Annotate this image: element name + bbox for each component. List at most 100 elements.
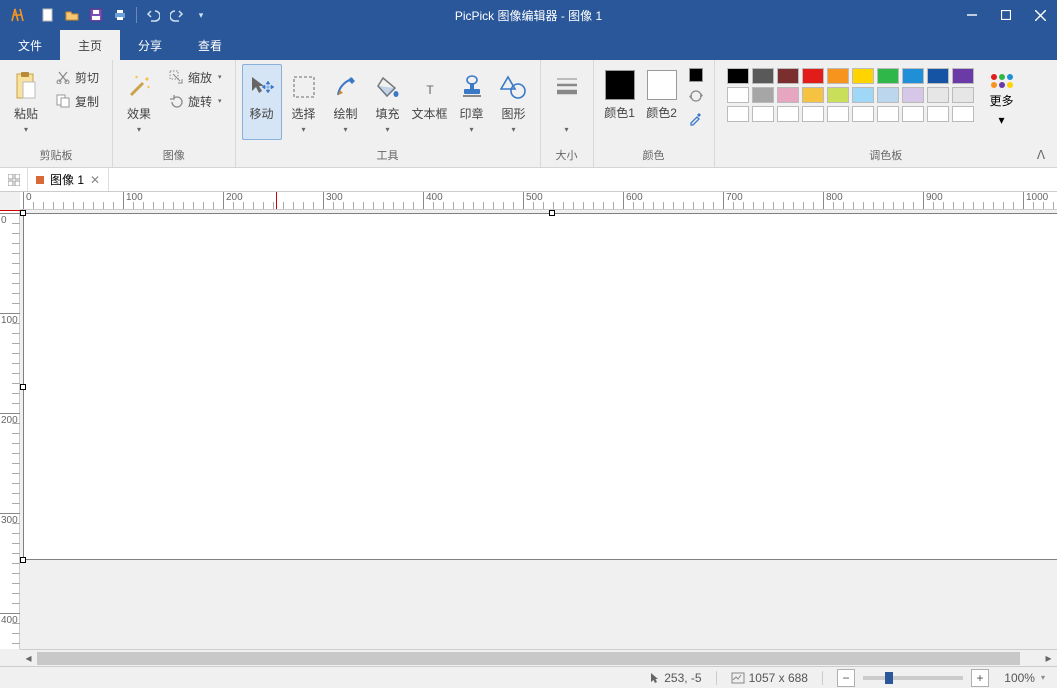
move-icon	[246, 71, 278, 103]
palette-swatch[interactable]	[827, 106, 849, 122]
palette-swatch[interactable]	[727, 106, 749, 122]
palette-swatch[interactable]	[802, 68, 824, 84]
zoom-dropdown-button[interactable]: ▾	[1041, 673, 1045, 682]
fill-icon	[372, 71, 404, 103]
palette-swatch[interactable]	[752, 68, 774, 84]
print-button[interactable]	[108, 3, 132, 27]
draw-tool-button[interactable]: 绘制▾	[326, 64, 366, 140]
shapes-tool-button[interactable]: 图形▾	[494, 64, 534, 140]
close-button[interactable]	[1023, 0, 1057, 30]
palette-swatch[interactable]	[927, 68, 949, 84]
size-button[interactable]: ▾	[547, 64, 587, 140]
more-colors-button[interactable]: 更多 ▾	[982, 64, 1022, 140]
zoom-out-button[interactable]: −	[837, 669, 855, 687]
minimize-button[interactable]	[955, 0, 989, 30]
new-button[interactable]	[36, 3, 60, 27]
select-tool-button[interactable]: 选择▾	[284, 64, 324, 140]
palette-swatch[interactable]	[852, 68, 874, 84]
ribbon: 粘贴 ▾ 剪切 复制 剪贴板 效果 ▾ 缩放▾ 旋转▾ 图像 移	[0, 60, 1057, 168]
color-palette	[721, 64, 980, 126]
palette-swatch[interactable]	[802, 87, 824, 103]
move-tool-button[interactable]: 移动	[242, 64, 282, 140]
document-tab[interactable]: 图像 1 ✕	[28, 168, 109, 191]
collapse-ribbon-button[interactable]: ᐱ	[1033, 147, 1049, 163]
menu-view[interactable]: 查看	[180, 30, 240, 60]
palette-swatch[interactable]	[852, 106, 874, 122]
ribbon-group-size: ▾ 大小	[541, 60, 594, 167]
rotate-button[interactable]: 旋转▾	[161, 90, 229, 112]
palette-swatch[interactable]	[952, 87, 974, 103]
palette-swatch[interactable]	[927, 106, 949, 122]
palette-swatch[interactable]	[852, 87, 874, 103]
palette-swatch[interactable]	[927, 87, 949, 103]
effects-button[interactable]: 效果 ▾	[119, 64, 159, 140]
zoom-icon	[168, 69, 184, 85]
text-tool-button[interactable]: T文本框	[410, 64, 450, 140]
document-tab-label: 图像 1	[50, 171, 84, 188]
cut-button[interactable]: 剪切	[48, 66, 106, 88]
swap-colors-button[interactable]	[688, 88, 704, 104]
palette-swatch[interactable]	[902, 68, 924, 84]
undo-button[interactable]	[141, 3, 165, 27]
titlebar: ▾ PicPick 图像编辑器 - 图像 1	[0, 0, 1057, 30]
window-title: PicPick 图像编辑器 - 图像 1	[455, 7, 602, 24]
close-tab-button[interactable]: ✕	[90, 173, 100, 187]
palette-swatch[interactable]	[952, 106, 974, 122]
zoom-slider[interactable]	[863, 676, 963, 680]
horizontal-scrollbar[interactable]: ◂ ▸	[20, 649, 1057, 666]
scroll-left-button[interactable]: ◂	[20, 650, 37, 667]
tab-grid-button[interactable]	[0, 168, 28, 191]
cursor-icon	[650, 672, 660, 684]
palette-swatch[interactable]	[902, 87, 924, 103]
qat-customize-button[interactable]: ▾	[189, 3, 213, 27]
paste-button[interactable]: 粘贴 ▾	[6, 64, 46, 140]
more-colors-icon	[991, 74, 1013, 88]
menubar: 文件 主页 分享 查看	[0, 30, 1057, 60]
shapes-icon	[498, 71, 530, 103]
palette-swatch[interactable]	[777, 106, 799, 122]
canvas[interactable]	[23, 213, 1057, 560]
scroll-thumb[interactable]	[37, 652, 1020, 665]
zoom-in-button[interactable]: +	[971, 669, 989, 687]
fill-tool-button[interactable]: 填充▾	[368, 64, 408, 140]
vertical-ruler[interactable]: 0100200300400	[0, 210, 20, 649]
select-icon	[288, 71, 320, 103]
stamp-tool-button[interactable]: 印章▾	[452, 64, 492, 140]
copy-button[interactable]: 复制	[48, 90, 106, 112]
save-button[interactable]	[84, 3, 108, 27]
eyedropper-button[interactable]	[688, 110, 704, 126]
palette-swatch[interactable]	[802, 106, 824, 122]
color1-button[interactable]: 颜色1	[600, 64, 640, 140]
palette-swatch[interactable]	[777, 68, 799, 84]
color2-button[interactable]: 颜色2	[642, 64, 682, 140]
stamp-icon	[456, 71, 488, 103]
redo-button[interactable]	[165, 3, 189, 27]
ribbon-group-tools: 移动 选择▾ 绘制▾ 填充▾ T文本框 印章▾ 图形▾ 工具	[236, 60, 541, 167]
zoom-button[interactable]: 缩放▾	[161, 66, 229, 88]
palette-swatch[interactable]	[777, 87, 799, 103]
palette-swatch[interactable]	[877, 68, 899, 84]
maximize-button[interactable]	[989, 0, 1023, 30]
scroll-right-button[interactable]: ▸	[1040, 650, 1057, 667]
palette-swatch[interactable]	[827, 68, 849, 84]
palette-swatch[interactable]	[902, 106, 924, 122]
menu-home[interactable]: 主页	[60, 30, 120, 60]
open-button[interactable]	[60, 3, 84, 27]
palette-swatch[interactable]	[827, 87, 849, 103]
zoom-value: 100%	[993, 671, 1035, 685]
menu-file[interactable]: 文件	[0, 30, 60, 60]
palette-swatch[interactable]	[727, 68, 749, 84]
palette-swatch[interactable]	[877, 87, 899, 103]
menu-share[interactable]: 分享	[120, 30, 180, 60]
dimensions-icon	[731, 672, 745, 684]
color2-swatch	[647, 70, 677, 100]
canvas-area[interactable]	[20, 210, 1057, 649]
palette-swatch[interactable]	[752, 87, 774, 103]
palette-swatch[interactable]	[752, 106, 774, 122]
modified-indicator-icon	[36, 176, 44, 184]
rotate-icon	[168, 93, 184, 109]
horizontal-ruler[interactable]: 01002003004005006007008009001000	[20, 192, 1057, 210]
palette-swatch[interactable]	[952, 68, 974, 84]
palette-swatch[interactable]	[727, 87, 749, 103]
palette-swatch[interactable]	[877, 106, 899, 122]
